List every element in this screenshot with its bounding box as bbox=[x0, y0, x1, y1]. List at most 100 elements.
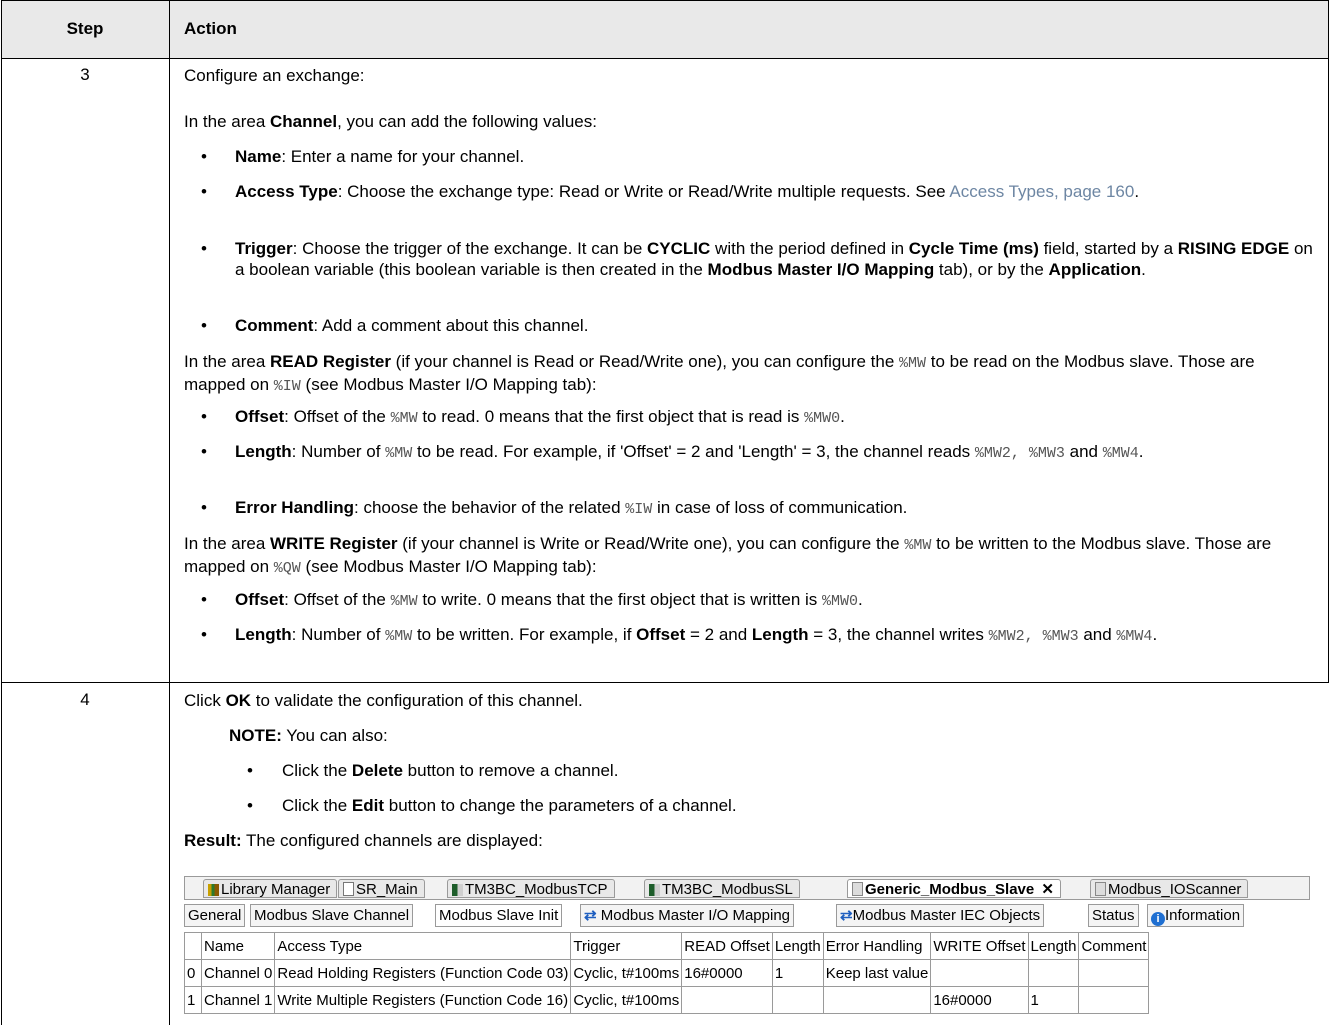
write-register-intro: In the area WRITE Register (if your chan… bbox=[184, 534, 1272, 577]
grid-cell[interactable]: Cyclic, t#100ms bbox=[570, 959, 683, 987]
read-item-offset: Offset: Offset of the %MW to read. 0 mea… bbox=[235, 407, 845, 427]
table-row[interactable]: 1 Channel 1 Write Multiple Registers (Fu… bbox=[184, 986, 1150, 1014]
grid-header-access-type: Access Type bbox=[274, 932, 572, 960]
bullet: • bbox=[247, 796, 253, 815]
grid-cell[interactable] bbox=[822, 986, 932, 1014]
grid-cell[interactable]: 1 bbox=[1027, 986, 1080, 1014]
subtab-modbus-slave-init[interactable]: Modbus Slave Init bbox=[435, 904, 563, 927]
table-column-divider bbox=[169, 0, 170, 1025]
click-ok-text: Click OK to validate the configuration o… bbox=[184, 691, 583, 710]
table-border-top bbox=[1, 0, 1329, 1]
grid-cell[interactable] bbox=[1027, 959, 1080, 987]
close-tab-icon[interactable]: ✕ bbox=[1041, 881, 1054, 898]
grid-header-write-length: Length bbox=[1027, 932, 1080, 960]
grid-cell: 0 bbox=[184, 959, 202, 987]
grid-header-read-length: Length bbox=[771, 932, 824, 960]
tab-tm3bc-modbustcp[interactable]: TM3BC_ModbusTCP bbox=[447, 879, 615, 898]
bullet: • bbox=[201, 147, 207, 166]
bullet: • bbox=[201, 625, 207, 644]
read-item-error-handling: Error Handling: choose the behavior of t… bbox=[235, 498, 908, 518]
table-row[interactable]: 0 Channel 0 Read Holding Registers (Func… bbox=[184, 959, 1150, 987]
note: NOTE: You can also: bbox=[229, 726, 388, 745]
step-intro: Configure an exchange: bbox=[184, 66, 365, 85]
library-icon bbox=[208, 884, 219, 896]
header-step: Step bbox=[66, 19, 104, 38]
tab-library-manager[interactable]: Library Manager bbox=[203, 879, 338, 898]
step-number: 3 bbox=[80, 65, 90, 84]
subtab-modbus-master-iec-objects[interactable]: ⇄Modbus Master IEC Objects bbox=[836, 904, 1045, 927]
grid-cell[interactable]: Write Multiple Registers (Function Code … bbox=[274, 986, 572, 1014]
subtab-general[interactable]: General bbox=[184, 904, 246, 927]
table-row-divider bbox=[1, 682, 1329, 683]
grid-cell[interactable] bbox=[1078, 959, 1150, 987]
device-icon bbox=[1095, 882, 1106, 896]
channel-intro: In the area Channel, you can add the fol… bbox=[184, 112, 597, 131]
table-border-left bbox=[1, 0, 2, 1025]
tab-modbus-ioscanner[interactable]: Modbus_IOScanner bbox=[1090, 879, 1249, 898]
bullet: • bbox=[201, 498, 207, 517]
bullet: • bbox=[201, 239, 207, 258]
grid-header-write-offset: WRITE Offset bbox=[930, 932, 1029, 960]
grid-cell[interactable] bbox=[930, 959, 1029, 987]
grid-cell[interactable]: Read Holding Registers (Function Code 03… bbox=[274, 959, 572, 987]
channels-screenshot: Library Manager SR_Main TM3BC_ModbusTCP … bbox=[184, 876, 1310, 1014]
device-icon bbox=[852, 882, 863, 896]
tab-tm3bc-modbussl[interactable]: TM3BC_ModbusSL bbox=[644, 879, 800, 898]
grid-header-error-handling: Error Handling bbox=[822, 932, 932, 960]
tab-generic-modbus-slave[interactable]: Generic_Modbus_Slave ✕ bbox=[847, 879, 1061, 898]
grid-cell[interactable]: 16#0000 bbox=[930, 986, 1029, 1014]
grid-cell[interactable] bbox=[1078, 986, 1150, 1014]
grid-cell[interactable] bbox=[681, 986, 773, 1014]
mapping-icon: ⇄ bbox=[584, 907, 597, 924]
device-icon bbox=[452, 884, 463, 896]
access-types-link[interactable]: Access Types, page 160 bbox=[949, 182, 1134, 201]
mapping-icon: ⇄ bbox=[840, 907, 853, 924]
bullet: • bbox=[201, 182, 207, 201]
subtab-modbus-master-io-mapping[interactable]: ⇄ Modbus Master I/O Mapping bbox=[580, 904, 795, 927]
grid-cell[interactable]: Keep last value bbox=[822, 959, 932, 987]
result-text: Result: The configured channels are disp… bbox=[184, 831, 543, 850]
bullet: • bbox=[201, 316, 207, 335]
bullet: • bbox=[201, 407, 207, 426]
document-icon bbox=[343, 882, 354, 896]
table-border-right bbox=[1328, 0, 1329, 683]
tab-sr-main[interactable]: SR_Main bbox=[338, 879, 425, 898]
grid-header-index bbox=[184, 932, 202, 960]
write-item-length: Length: Number of %MW to be written. For… bbox=[235, 625, 1158, 645]
grid-header-comment: Comment bbox=[1078, 932, 1150, 960]
channel-item-access-type: Access Type: Choose the exchange type: R… bbox=[235, 182, 1140, 201]
grid-cell[interactable]: Channel 0 bbox=[200, 959, 276, 987]
read-register-intro: In the area READ Register (if your chann… bbox=[184, 352, 1255, 395]
note-item-edit: Click the Edit button to change the para… bbox=[282, 796, 737, 815]
editor-tab-bar: Library Manager SR_Main TM3BC_ModbusTCP … bbox=[184, 876, 1310, 900]
bullet: • bbox=[201, 590, 207, 609]
channel-item-trigger: Trigger: Choose the trigger of the excha… bbox=[235, 239, 1313, 279]
channel-item-name: Name: Enter a name for your channel. bbox=[235, 147, 525, 166]
grid-cell: 1 bbox=[184, 986, 202, 1014]
grid-cell[interactable]: 16#0000 bbox=[681, 959, 773, 987]
bullet: • bbox=[247, 761, 253, 780]
grid-header-name: Name bbox=[200, 932, 276, 960]
grid-header-trigger: Trigger bbox=[570, 932, 683, 960]
procedure-table: Step Action 3 Configure an exchange: In … bbox=[1, 0, 1329, 1025]
subtab-information[interactable]: i Information bbox=[1147, 904, 1245, 927]
note-item-delete: Click the Delete button to remove a chan… bbox=[282, 761, 619, 780]
grid-cell[interactable]: Channel 1 bbox=[200, 986, 276, 1014]
grid-cell[interactable]: Cyclic, t#100ms bbox=[570, 986, 683, 1014]
subtab-modbus-slave-channel[interactable]: Modbus Slave Channel bbox=[250, 904, 414, 927]
bullet: • bbox=[201, 442, 207, 461]
editor-subtab-bar: General Modbus Slave Channel Modbus Slav… bbox=[184, 904, 1310, 928]
header-action: Action bbox=[184, 19, 237, 38]
channel-item-comment: Comment: Add a comment about this channe… bbox=[235, 316, 589, 335]
grid-header-row: Name Access Type Trigger READ Offset Len… bbox=[184, 932, 1150, 960]
grid-cell[interactable] bbox=[771, 986, 824, 1014]
read-item-length: Length: Number of %MW to be read. For ex… bbox=[235, 442, 1144, 462]
write-item-offset: Offset: Offset of the %MW to write. 0 me… bbox=[235, 590, 863, 610]
subtab-status[interactable]: Status bbox=[1088, 904, 1139, 927]
device-icon bbox=[649, 884, 660, 896]
table-header-divider bbox=[1, 58, 1329, 59]
grid-cell[interactable]: 1 bbox=[771, 959, 824, 987]
info-icon: i bbox=[1151, 912, 1165, 926]
grid-header-read-offset: READ Offset bbox=[681, 932, 773, 960]
channels-grid: Name Access Type Trigger READ Offset Len… bbox=[184, 932, 1150, 1014]
